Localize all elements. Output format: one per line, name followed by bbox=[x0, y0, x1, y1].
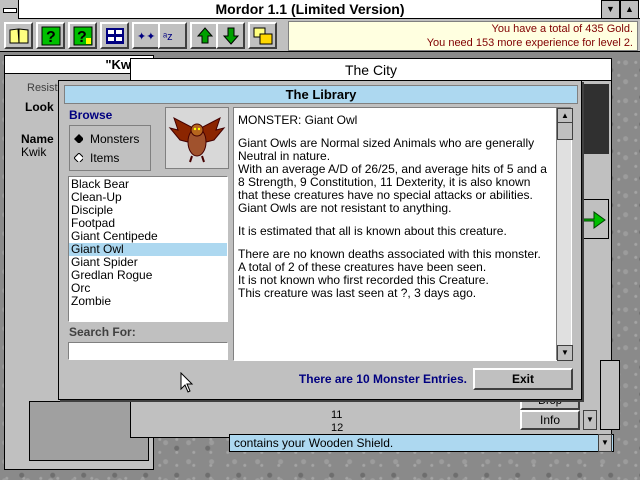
scroll-down-icon[interactable]: ▼ bbox=[583, 410, 597, 430]
browse-group: Monsters Items bbox=[69, 125, 151, 171]
radio-monsters[interactable]: Monsters bbox=[74, 131, 152, 147]
look-tab[interactable]: Look bbox=[25, 100, 54, 114]
svg-text:?: ? bbox=[77, 29, 87, 46]
resist-tab[interactable]: Resist. bbox=[27, 82, 61, 94]
scroll-down-icon[interactable]: ▼ bbox=[557, 345, 573, 361]
message-bar: contains your Wooden Shield. bbox=[229, 434, 614, 452]
mouse-cursor-icon bbox=[180, 372, 194, 393]
info-p2: With an average A/D of 26/25, and averag… bbox=[238, 162, 547, 202]
gold-status: You have a total of 435 Gold. bbox=[491, 23, 633, 35]
svg-text:✦✦: ✦✦ bbox=[137, 31, 155, 43]
status-box: You have a total of 435 Gold. You need 1… bbox=[288, 21, 638, 51]
windows-icon[interactable] bbox=[248, 22, 277, 49]
list-number-2: 12 bbox=[331, 422, 344, 434]
city-view bbox=[579, 84, 609, 154]
spell-icon[interactable]: ᵃz bbox=[158, 22, 187, 49]
svg-text:?: ? bbox=[46, 29, 56, 46]
radio-items-label: Items bbox=[90, 151, 120, 165]
side-scrollbar[interactable] bbox=[600, 360, 620, 430]
entry-count: There are 10 Monster Entries. bbox=[298, 372, 467, 386]
info-button[interactable]: Info bbox=[520, 410, 580, 430]
help-icon[interactable]: ? bbox=[36, 22, 65, 49]
download-icon[interactable] bbox=[216, 22, 245, 49]
upload-icon[interactable] bbox=[190, 22, 219, 49]
maximize-button[interactable]: ▲ bbox=[620, 0, 639, 19]
info-scrollbar[interactable]: ▲ ▼ bbox=[556, 108, 573, 361]
message-scroll-icon[interactable]: ▼ bbox=[598, 434, 612, 452]
monster-list-item[interactable]: Gredlan Rogue bbox=[69, 269, 227, 282]
library-title: The Library bbox=[64, 85, 578, 104]
search-input[interactable] bbox=[68, 342, 228, 360]
book-icon[interactable] bbox=[4, 22, 33, 49]
library-window: The Library Browse Monsters Items Black … bbox=[58, 80, 582, 400]
radio-items[interactable]: Items bbox=[74, 150, 152, 166]
exit-button[interactable]: Exit bbox=[473, 368, 573, 390]
search-label: Search For: bbox=[69, 325, 136, 339]
name-value: Kwik bbox=[21, 145, 47, 159]
bank-icon[interactable] bbox=[100, 22, 129, 49]
info-panel: MONSTER: Giant Owl Giant Owls are Normal… bbox=[233, 107, 573, 361]
city-title: The City bbox=[131, 59, 611, 81]
radio-monsters-label: Monsters bbox=[90, 132, 140, 146]
party-icon[interactable]: ✦✦ bbox=[132, 22, 161, 49]
app-titlebar: Mordor 1.1 (Limited Version) ▼ ▲ bbox=[0, 0, 640, 19]
svg-text:ᵃz: ᵃz bbox=[163, 31, 173, 43]
minimize-button[interactable]: ▼ bbox=[601, 0, 620, 19]
info-p4: It is estimated that all is known about … bbox=[238, 224, 507, 238]
owl-portrait-icon bbox=[165, 107, 229, 169]
list-number-1: 11 bbox=[331, 409, 343, 421]
browse-label: Browse bbox=[69, 108, 113, 122]
info-p3: Giant Owls are not resistant to anything… bbox=[238, 201, 452, 215]
scroll-thumb[interactable] bbox=[557, 122, 573, 140]
city-exit-button[interactable] bbox=[579, 199, 609, 239]
monster-list[interactable]: Black Bear Clean-Up Disciple Footpad Giant C… bbox=[68, 176, 228, 322]
info-p1: Giant Owls are Normal sized Animals who … bbox=[238, 136, 535, 163]
name-label: Name bbox=[21, 132, 54, 146]
system-menu-button[interactable] bbox=[0, 0, 19, 19]
info-text: MONSTER: Giant Owl Giant Owls are Normal… bbox=[238, 114, 552, 300]
info-heading: MONSTER: Giant Owl bbox=[238, 113, 358, 127]
experience-status: You need 153 more experience for level 2… bbox=[426, 37, 633, 49]
question-icon[interactable]: ? bbox=[68, 22, 97, 49]
info-p8: This creature was last seen at ?, 3 days… bbox=[238, 286, 477, 300]
monster-list-item[interactable]: Zombie bbox=[69, 295, 227, 308]
app-title: Mordor 1.1 (Limited Version) bbox=[215, 1, 405, 17]
